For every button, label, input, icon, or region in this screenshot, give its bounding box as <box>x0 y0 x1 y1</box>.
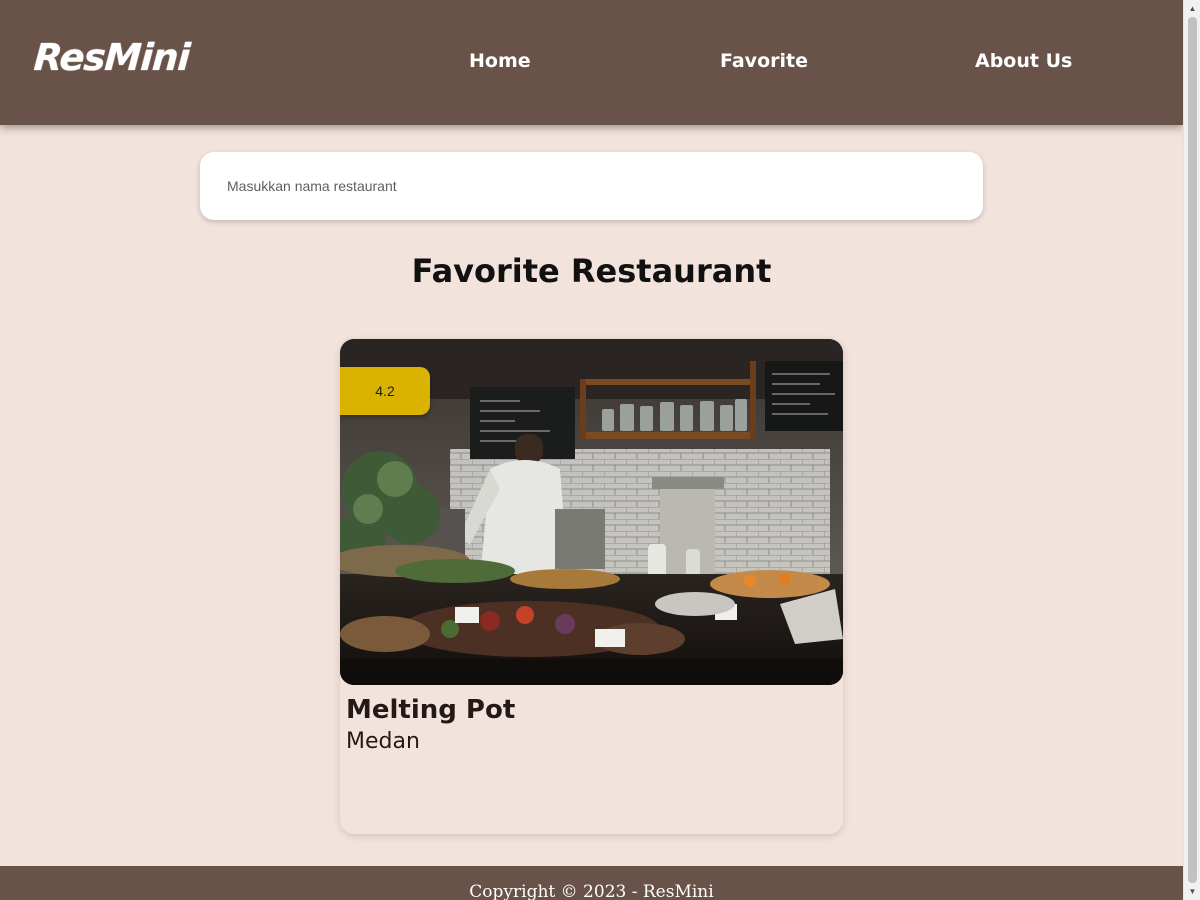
restaurant-city: Medan <box>346 729 420 754</box>
page-title: Favorite Restaurant <box>411 252 772 290</box>
nav-favorite-link[interactable]: Favorite <box>720 50 808 72</box>
nav-home-link[interactable]: Home <box>469 50 531 72</box>
restaurant-card[interactable]: 4.2 Melting Pot Medan <box>340 339 843 834</box>
search-box <box>200 152 983 220</box>
copyright-text: Copyright © 2023 - ResMini <box>469 882 714 900</box>
nav-about-us-link[interactable]: About Us <box>975 50 1072 72</box>
triangle-up-icon[interactable]: ▲ <box>1184 0 1200 17</box>
restaurant-image: 4.2 <box>340 339 843 685</box>
search-input[interactable] <box>200 152 983 220</box>
rating-badge: 4.2 <box>340 367 430 415</box>
page: ResMini Home Favorite About Us Favorite … <box>0 0 1183 900</box>
app-footer: Copyright © 2023 - ResMini <box>0 866 1183 900</box>
restaurant-name[interactable]: Melting Pot <box>346 695 515 725</box>
logo[interactable]: ResMini <box>32 36 190 79</box>
scrollbar-thumb[interactable] <box>1188 17 1197 883</box>
app-header: ResMini Home Favorite About Us <box>0 0 1183 125</box>
vertical-scrollbar[interactable]: ▲ ▼ <box>1183 0 1200 900</box>
triangle-down-icon[interactable]: ▼ <box>1184 883 1200 900</box>
